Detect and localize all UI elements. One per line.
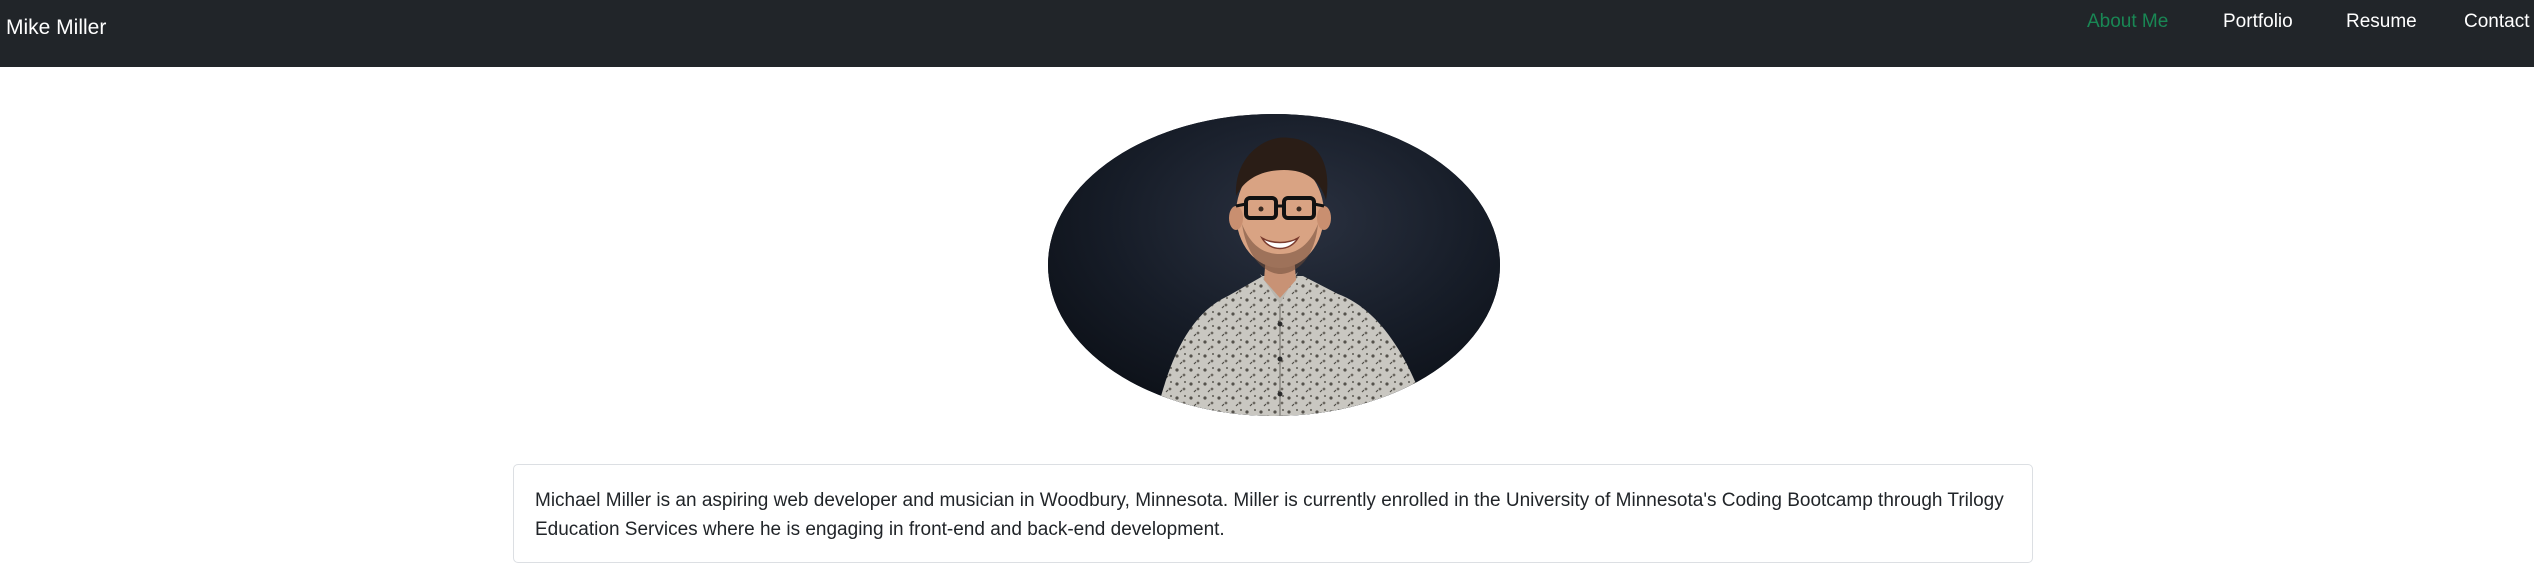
nav-link-contact[interactable]: Contact xyxy=(2464,8,2529,36)
bio-text: Michael Miller is an aspiring web develo… xyxy=(535,490,2004,540)
profile-photo xyxy=(1048,114,1500,416)
brand-link[interactable]: Mike Miller xyxy=(6,14,106,42)
bio-card: Michael Miller is an aspiring web develo… xyxy=(513,464,2033,563)
top-navbar: Mike Miller About Me Portfolio Resume Co… xyxy=(0,0,2534,67)
nav-link-portfolio[interactable]: Portfolio xyxy=(2223,8,2293,36)
nav-link-about-me[interactable]: About Me xyxy=(2087,8,2168,36)
nav-link-resume[interactable]: Resume xyxy=(2346,8,2417,36)
